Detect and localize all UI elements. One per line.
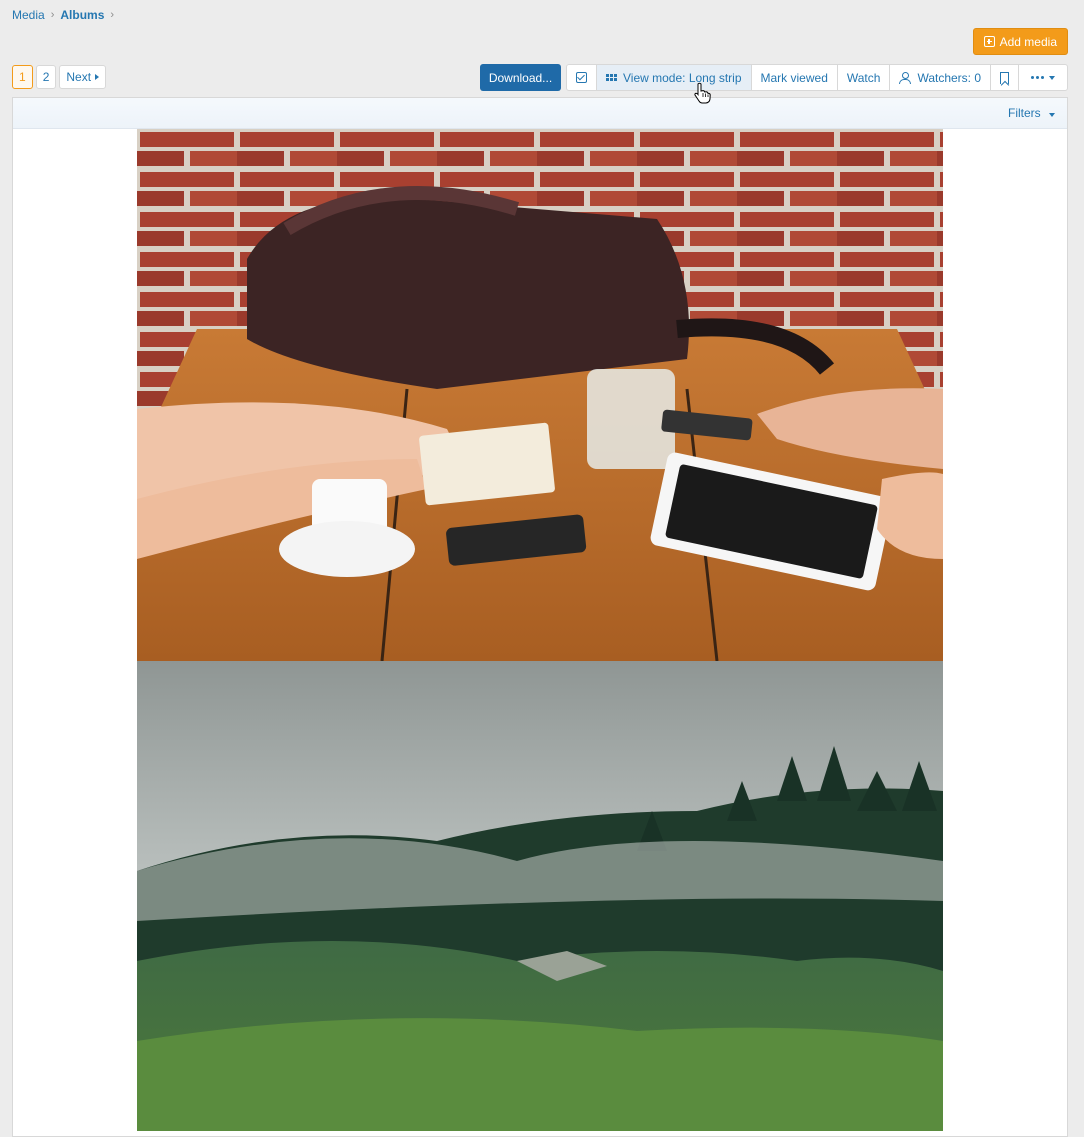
add-media-label: Add media — [999, 34, 1057, 49]
filters-label: Filters — [1007, 106, 1041, 120]
pagination: 1 2 Next — [12, 65, 107, 89]
media-image-meeting[interactable] — [137, 129, 943, 661]
user-icon — [899, 71, 912, 84]
next-label: Next — [66, 70, 92, 84]
watchers-label: Watchers: 0 — [917, 70, 982, 85]
watch-button[interactable]: Watch — [838, 65, 891, 90]
view-mode-button[interactable]: View mode: Long strip — [597, 65, 752, 90]
forest-photo — [137, 661, 943, 1131]
mark-viewed-button[interactable]: Mark viewed — [752, 65, 838, 90]
bookmark-button[interactable] — [991, 65, 1020, 90]
filter-bar: Filters — [13, 98, 1067, 129]
chevron-right-icon: › — [110, 9, 115, 21]
page-2-button[interactable]: 2 — [35, 65, 57, 89]
caret-down-icon — [1049, 75, 1056, 80]
select-toggle-button[interactable] — [567, 65, 597, 90]
page-1-button[interactable]: 1 — [12, 65, 33, 89]
next-page-button[interactable]: Next — [59, 65, 107, 89]
media-image-forest[interactable] — [137, 661, 943, 1131]
view-mode-label: View mode: Long strip — [623, 70, 742, 85]
media-panel: Filters — [12, 97, 1068, 1137]
chevron-right-icon: › — [50, 9, 55, 21]
pointer-cursor-icon — [694, 82, 711, 104]
breadcrumb-albums[interactable]: Albums — [60, 8, 104, 22]
grid-icon — [606, 74, 617, 81]
caret-right-icon — [95, 74, 100, 80]
breadcrumb: Media › Albums › — [12, 8, 120, 22]
checkbox-icon — [576, 72, 587, 83]
filters-button[interactable]: Filters — [1008, 106, 1055, 120]
meeting-photo — [137, 129, 943, 661]
breadcrumb-media[interactable]: Media — [12, 8, 45, 22]
bookmark-icon — [1000, 71, 1010, 84]
caret-down-icon — [1049, 113, 1055, 117]
album-toolbar: View mode: Long strip Mark viewed Watch … — [566, 64, 1068, 91]
add-media-button[interactable]: Add media — [972, 28, 1068, 55]
download-button[interactable]: Download... — [480, 64, 561, 91]
plus-square-icon — [983, 36, 995, 47]
more-options-button[interactable] — [1019, 65, 1067, 90]
more-dots-icon — [1031, 76, 1045, 79]
watchers-button[interactable]: Watchers: 0 — [890, 65, 992, 90]
